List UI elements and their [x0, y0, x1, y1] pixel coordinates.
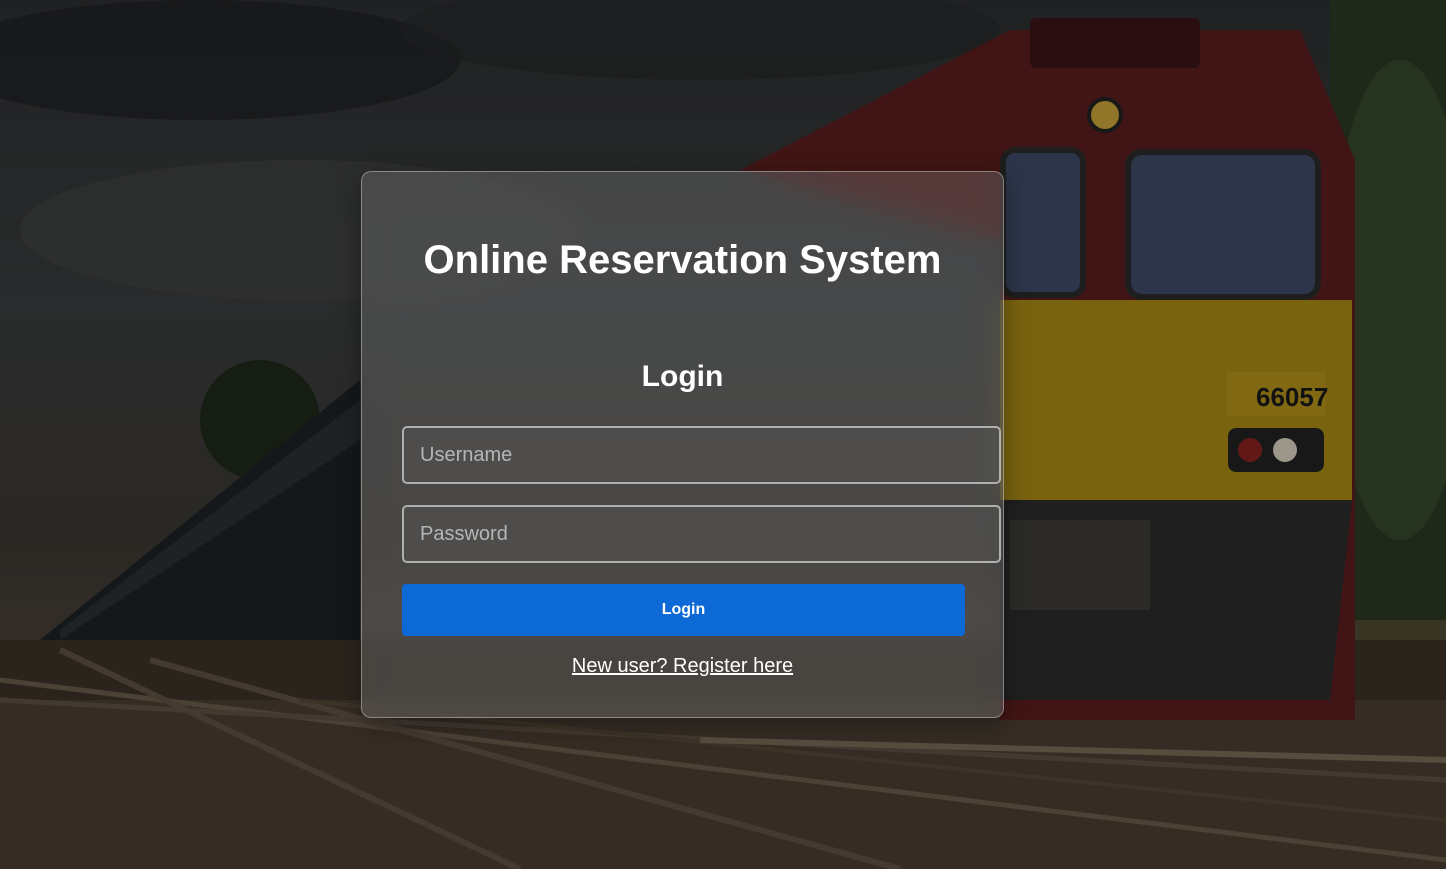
- login-card: Online Reservation System Login Login Ne…: [361, 171, 1004, 718]
- login-button[interactable]: Login: [402, 584, 965, 636]
- password-input[interactable]: [402, 505, 1001, 563]
- login-heading: Login: [641, 360, 724, 393]
- username-input[interactable]: [402, 426, 1001, 484]
- app-title: Online Reservation System: [423, 238, 942, 282]
- register-link[interactable]: New user? Register here: [362, 655, 1003, 678]
